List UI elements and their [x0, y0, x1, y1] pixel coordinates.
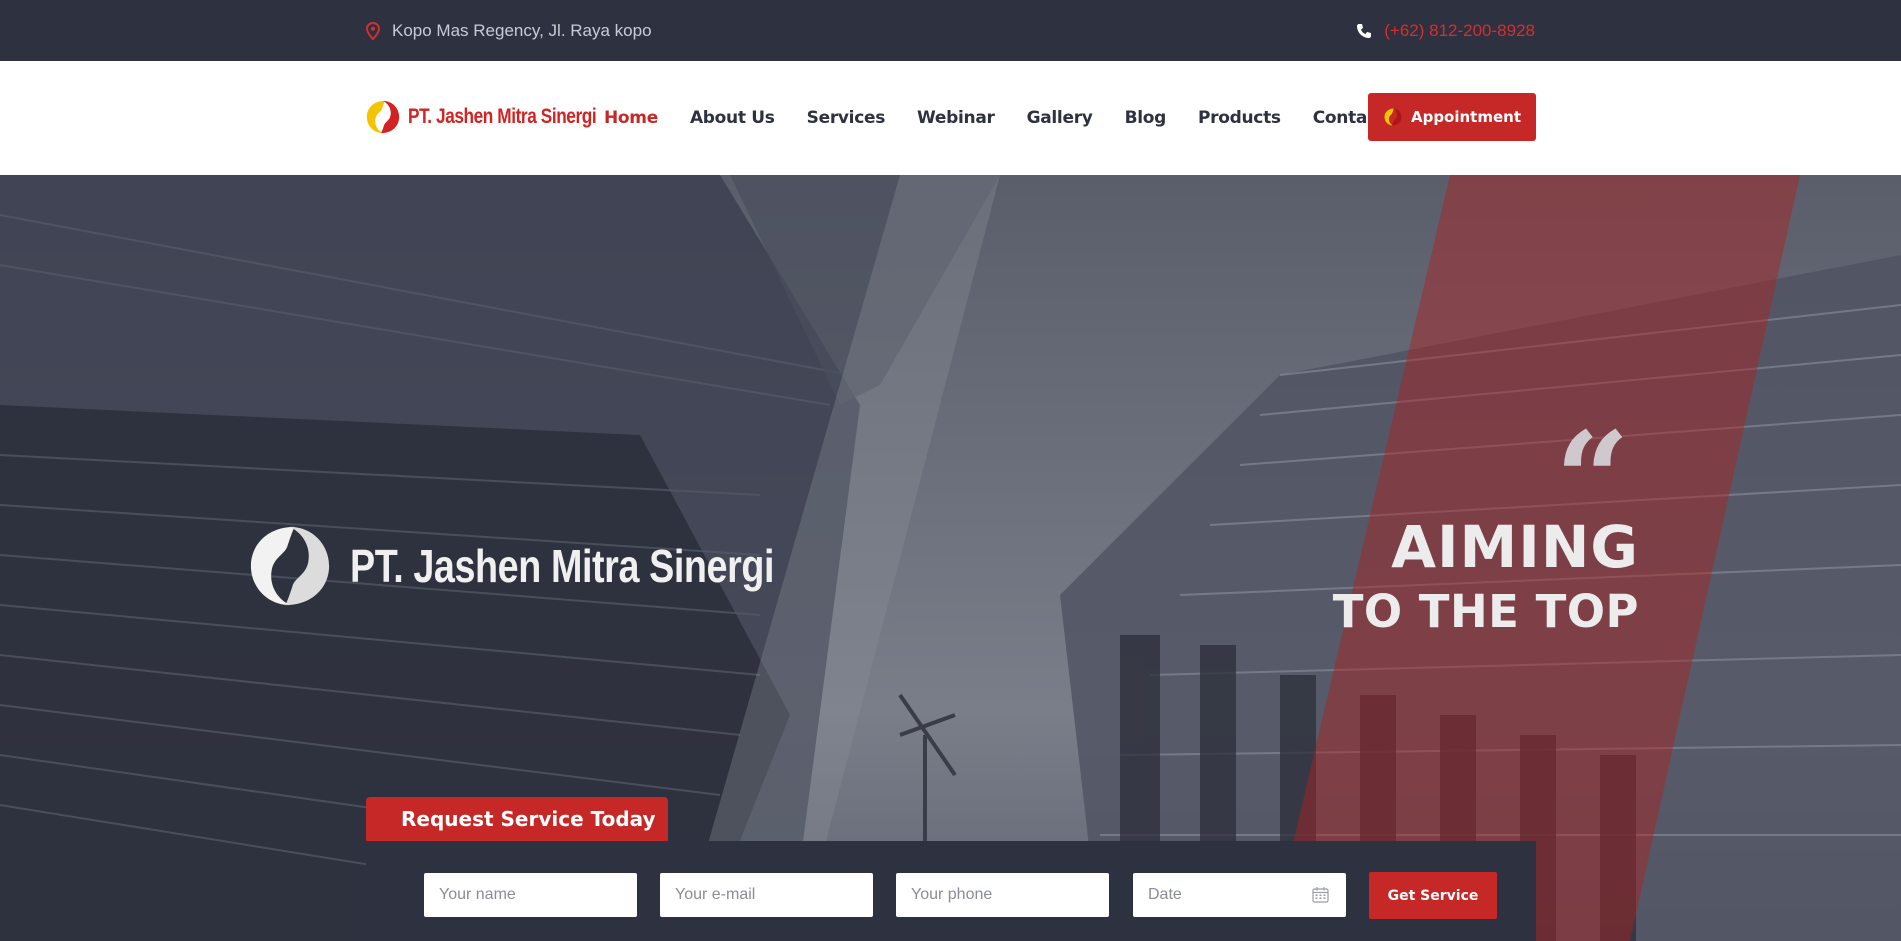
map-pin-icon — [366, 21, 380, 40]
name-input[interactable] — [424, 873, 637, 917]
nav-products[interactable]: Products — [1198, 108, 1281, 128]
phone-input[interactable] — [896, 873, 1109, 917]
hero-brand-name: PT. Jashen Mitra Sinergi — [350, 540, 775, 592]
appointment-button[interactable]: Appointment — [1368, 93, 1536, 141]
brand-logo[interactable]: PT. Jashen Mitra Sinergi — [364, 98, 638, 136]
phone-icon — [1357, 23, 1372, 38]
top-info-bar: Kopo Mas Regency, Jl. Raya kopo (+62) 81… — [0, 0, 1901, 61]
email-input[interactable] — [660, 873, 873, 917]
brand-name: PT. Jashen Mitra Sinergi — [408, 105, 597, 128]
address-info: Kopo Mas Regency, Jl. Raya kopo — [366, 0, 652, 61]
hero-headline-aiming: AIMING — [1391, 513, 1639, 581]
phone-info[interactable]: (+62) 812-200-8928 — [1356, 0, 1535, 61]
phone-number[interactable]: (+62) 812-200-8928 — [1384, 21, 1535, 41]
calendar-icon[interactable] — [1312, 886, 1329, 903]
nav-gallery[interactable]: Gallery — [1027, 108, 1093, 128]
brand-mark-icon — [1384, 108, 1402, 126]
nav-blog[interactable]: Blog — [1125, 108, 1167, 128]
hero-brand-logo: PT. Jashen Mitra Sinergi — [244, 520, 867, 612]
brand-mark-icon — [250, 526, 330, 606]
address-text: Kopo Mas Regency, Jl. Raya kopo — [392, 20, 652, 40]
nav-services[interactable]: Services — [807, 108, 886, 128]
get-service-button[interactable]: Get Service — [1369, 872, 1497, 919]
hero-banner: PT. Jashen Mitra Sinergi “ AIMING TO THE… — [0, 175, 1901, 941]
main-navbar: PT. Jashen Mitra Sinergi Home About Us S… — [0, 61, 1901, 175]
request-service-title: Request Service Today — [366, 797, 668, 841]
hero-headline-to-the-top: TO THE TOP — [1332, 585, 1639, 638]
request-service-form: Get Service — [366, 841, 1536, 941]
nav-home[interactable]: Home — [604, 108, 658, 128]
nav-webinar[interactable]: Webinar — [917, 108, 995, 128]
appointment-label: Appointment — [1410, 108, 1522, 126]
nav-about-us[interactable]: About Us — [690, 108, 775, 128]
brand-mark-icon — [366, 100, 400, 134]
main-menu: Home About Us Services Webinar Gallery B… — [604, 61, 1395, 175]
